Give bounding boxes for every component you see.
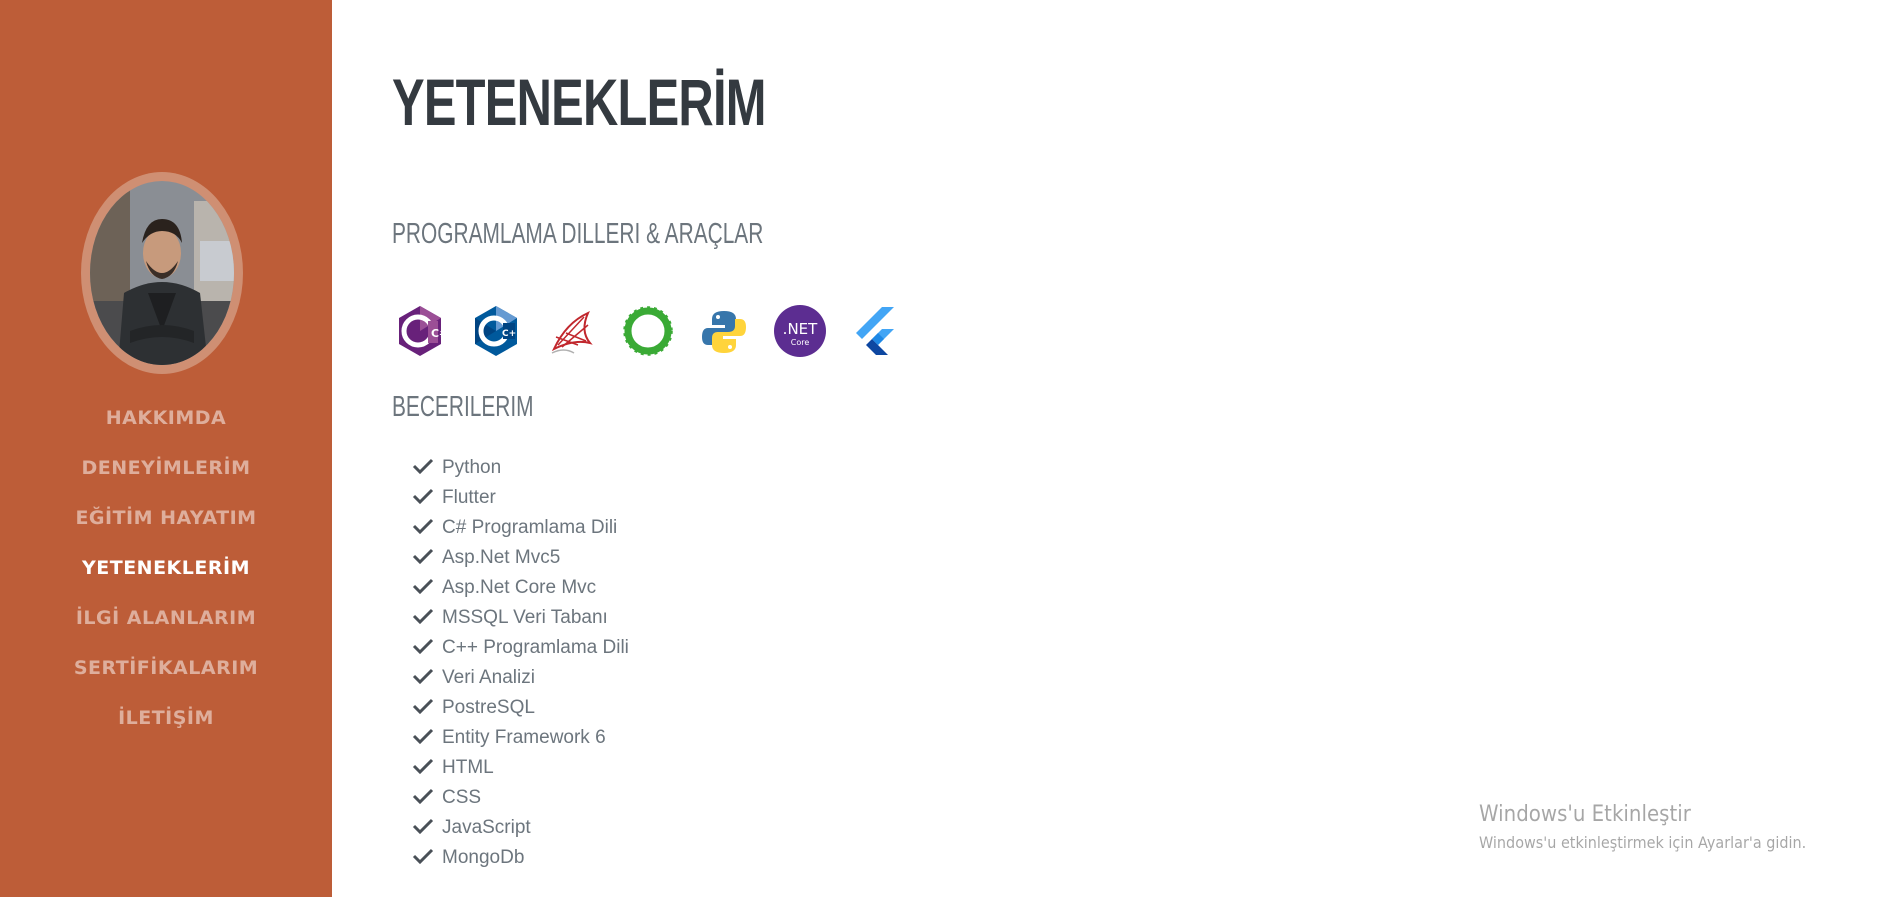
python-icon (696, 303, 752, 359)
check-icon (412, 578, 434, 595)
check-icon (412, 608, 434, 625)
check-icon (412, 818, 434, 835)
skill-label: Asp.Net Core Mvc (442, 577, 597, 598)
skills-heading: BECERILERIM (392, 391, 534, 423)
nav-item-iletisim[interactable]: İLETİŞİM (0, 700, 332, 750)
skill-item: Entity Framework 6 (412, 723, 629, 753)
skill-item: MSSQL Veri Tabanı (412, 603, 629, 633)
check-icon (412, 458, 434, 475)
skill-item: Flutter (412, 483, 629, 513)
skill-item: MongoDb (412, 843, 629, 873)
profile-avatar (81, 172, 243, 374)
windows-activation-watermark: Windows'u Etkinleştir Windows'u etkinleş… (1479, 802, 1843, 852)
nav-item-ilgi-alanlarim[interactable]: İLGİ ALANLARIM (0, 600, 332, 650)
check-icon (412, 668, 434, 685)
skill-item: C++ Programlama Dili (412, 633, 629, 663)
skill-label: Asp.Net Mvc5 (442, 547, 561, 568)
check-icon (412, 518, 434, 535)
skill-label: MongoDb (442, 847, 525, 868)
skill-item: Veri Analizi (412, 663, 629, 693)
skill-label: Entity Framework 6 (442, 727, 606, 748)
cpp-label: C++ (502, 329, 524, 339)
sidebar-nav: HAKKIMDA DENEYİMLERİM EĞİTİM HAYATIM YET… (0, 400, 332, 750)
check-icon (412, 548, 434, 565)
check-icon (412, 638, 434, 655)
skill-item: CSS (412, 783, 629, 813)
skill-label: JavaScript (442, 817, 531, 838)
page-title: YETENEKLERİM (392, 65, 766, 139)
dotnet-core-icon: .NET Core (772, 303, 828, 359)
skill-item: Asp.Net Core Mvc (412, 573, 629, 603)
main-content: YETENEKLERİM PROGRAMLAMA DILLERI & ARAÇL… (392, 0, 1792, 897)
skill-item: Python (412, 453, 629, 483)
check-icon (412, 788, 434, 805)
csharp-label: C# (431, 327, 448, 340)
nav-item-hakkimda[interactable]: HAKKIMDA (0, 400, 332, 450)
nav-item-deneyimlerim[interactable]: DENEYİMLERİM (0, 450, 332, 500)
skill-label: Veri Analizi (442, 667, 535, 688)
tools-heading: PROGRAMLAMA DILLERI & ARAÇLAR (392, 218, 764, 250)
sql-server-icon (544, 303, 600, 359)
csharp-icon: C# (392, 303, 448, 359)
skill-item: HTML (412, 753, 629, 783)
dotnet-sublabel: Core (791, 338, 810, 347)
skill-label: CSS (442, 787, 482, 808)
skill-label: HTML (442, 757, 494, 778)
skill-item: PostreSQL (412, 693, 629, 723)
skill-label: PostreSQL (442, 697, 535, 718)
skill-label: C# Programlama Dili (442, 517, 618, 538)
dotnet-label: .NET (783, 320, 818, 338)
skill-item: JavaScript (412, 813, 629, 843)
cpp-icon: C++ (468, 303, 524, 359)
watermark-subtitle: Windows'u etkinleştirmek için Ayarlar'a … (1479, 833, 1807, 852)
flutter-icon (848, 303, 904, 359)
skill-label: Flutter (442, 487, 496, 508)
sidebar: HAKKIMDA DENEYİMLERİM EĞİTİM HAYATIM YET… (0, 0, 332, 897)
dotnet-ring-icon (620, 303, 676, 359)
nav-item-egitim-hayatim[interactable]: EĞİTİM HAYATIM (0, 500, 332, 550)
check-icon (412, 488, 434, 505)
skill-label: C++ Programlama Dili (442, 637, 629, 658)
skill-label: MSSQL Veri Tabanı (442, 607, 608, 628)
skill-item: C# Programlama Dili (412, 513, 629, 543)
watermark-title: Windows'u Etkinleştir (1479, 802, 1691, 827)
check-icon (412, 758, 434, 775)
check-icon (412, 728, 434, 745)
nav-item-sertifikalarim[interactable]: SERTİFİKALARIM (0, 650, 332, 700)
check-icon (412, 698, 434, 715)
nav-item-yeteneklerim[interactable]: YETENEKLERİM (0, 550, 332, 600)
check-icon (412, 848, 434, 865)
skill-item: Asp.Net Mvc5 (412, 543, 629, 573)
skills-list: Python Flutter C# Programlama Dili Asp.Net … (412, 453, 629, 873)
skill-label: Python (442, 457, 502, 478)
